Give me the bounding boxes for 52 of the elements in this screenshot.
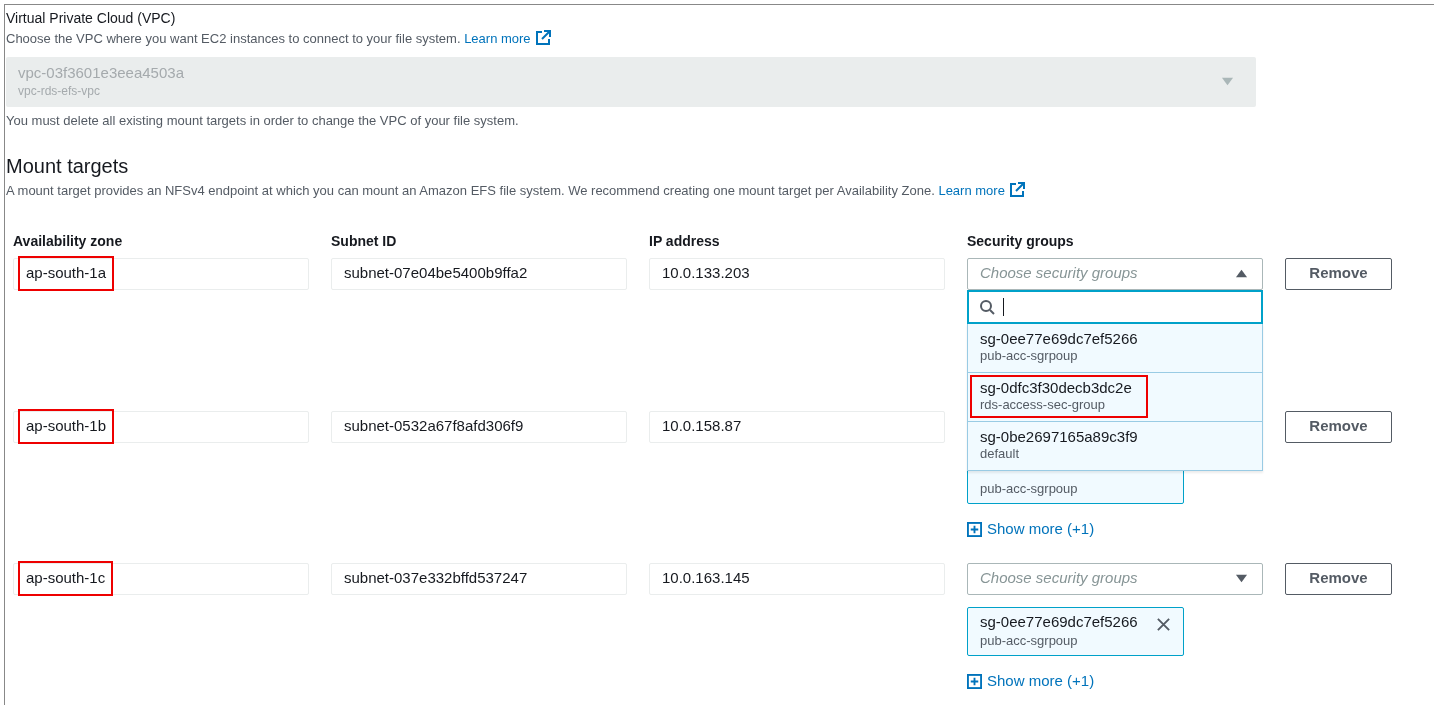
ip-field[interactable]: 10.0.163.145 xyxy=(649,562,945,595)
subnet-field[interactable]: subnet-037e332bffd537247 xyxy=(331,562,627,595)
expand-icon[interactable] xyxy=(967,673,982,689)
remove-button[interactable]: Remove xyxy=(1285,410,1392,443)
external-link-icon[interactable] xyxy=(1008,182,1025,198)
caret-up-icon[interactable] xyxy=(1235,267,1248,280)
option-name: rds-access-sec-group xyxy=(980,397,1106,414)
zone-value: ap-south-1b xyxy=(20,411,113,442)
option-id: sg-0ee77e69dc7ef5266 xyxy=(980,330,1138,349)
zone-value: ap-south-1c xyxy=(20,563,112,594)
dropdown-option[interactable]: sg-0be2697165a89c3f9 default xyxy=(967,421,1263,471)
remove-button[interactable]: Remove xyxy=(1285,562,1392,595)
section-description: Choose the VPC where you want EC2 instances to connect to your file system. Learn more xyxy=(6,29,1434,49)
zone-value: ap-south-1a xyxy=(20,258,113,289)
column-header: IP address xyxy=(649,231,721,251)
option-id: sg-0be2697165a89c3f9 xyxy=(980,428,1138,447)
zone-field[interactable]: ap-south-1a xyxy=(13,257,309,290)
remove-button[interactable]: Remove xyxy=(1285,257,1392,290)
dropdown-option[interactable]: sg-0ee77e69dc7ef5266 pub-acc-sgrpoup xyxy=(967,323,1263,373)
subnet-field[interactable]: subnet-0532a67f8afd306f9 xyxy=(331,410,627,443)
token-name: pub-acc-sgrpoup xyxy=(980,479,1078,498)
text-cursor xyxy=(1003,297,1004,316)
ip-field[interactable]: 10.0.133.203 xyxy=(649,257,945,290)
zone-field[interactable]: ap-south-1b xyxy=(13,410,309,443)
search-icon xyxy=(979,298,995,315)
column-header: Subnet ID xyxy=(331,231,398,251)
column-header: Security groups xyxy=(967,231,1075,251)
option-id: sg-0dfc3f30decb3dc2e xyxy=(980,379,1132,398)
section-description: A mount target provides an NFSv4 endpoint at which you can mount an Amazon EFS file system. We recommend creating one mount target per Availability Zone. Learn more xyxy=(6,181,1434,201)
caret-down-icon xyxy=(1221,75,1234,88)
search-field[interactable] xyxy=(967,289,1263,324)
close-icon[interactable] xyxy=(1156,616,1171,632)
section-label: Virtual Private Cloud (VPC) xyxy=(6,9,177,28)
column-header: Availability zone xyxy=(13,231,124,251)
option-name: pub-acc-sgrpoup xyxy=(980,348,1079,365)
section-heading: Mount targets xyxy=(6,154,130,178)
caret-down-icon[interactable] xyxy=(1235,572,1248,585)
token-id: sg-0ee77e69dc7ef5266 xyxy=(980,612,1138,631)
option-name: default xyxy=(980,446,1021,463)
token-name: pub-acc-sgrpoup xyxy=(980,631,1079,650)
show-more-link[interactable]: Show more (+1) xyxy=(967,670,1095,693)
vpc-id: vpc-03f3601e3eea4503a xyxy=(18,63,184,82)
zone-field[interactable]: ap-south-1c xyxy=(13,562,309,595)
subnet-field[interactable]: subnet-07e04be5400b9ffa2 xyxy=(331,257,627,290)
vpc-name: vpc-rds-efs-vpc xyxy=(18,82,101,100)
show-more-link[interactable]: Show more (+1) xyxy=(967,518,1095,541)
hint-text: You must delete all existing mount targets in order to change the VPC of your file system. xyxy=(6,111,520,130)
learn-more-link[interactable]: Learn more xyxy=(938,183,1005,198)
expand-icon[interactable] xyxy=(967,521,982,537)
dropdown-option[interactable]: sg-0dfc3f30decb3dc2e rds-access-sec-group xyxy=(967,372,1263,422)
ip-field[interactable]: 10.0.158.87 xyxy=(649,410,945,443)
external-link-icon[interactable] xyxy=(534,30,551,46)
